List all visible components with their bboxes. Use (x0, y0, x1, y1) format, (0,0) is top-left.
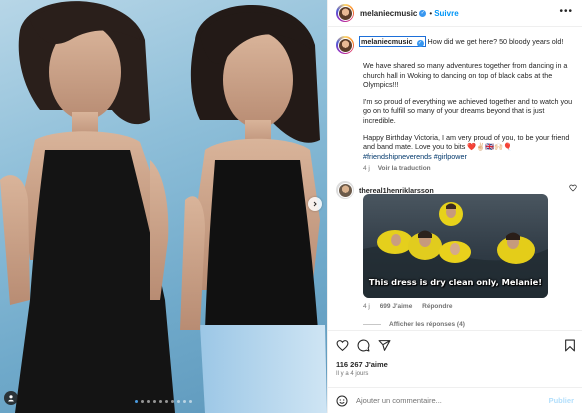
caption-time: 4 j (363, 165, 370, 173)
carousel-dot (171, 400, 174, 403)
post-time: Il y a 4 jours (336, 371, 369, 377)
carousel-dot (165, 400, 168, 403)
post-panel: melaniecmusic ✓ • Suivre ••• melaniecmus… (327, 0, 582, 413)
comment-likes[interactable]: 699 J'aime (380, 303, 413, 310)
carousel-indicator (135, 400, 192, 403)
caption-paragraph: Happy Birthday Victoria, I am very proud… (363, 132, 570, 161)
more-options-button[interactable]: ••• (559, 7, 573, 17)
verified-badge-icon: ✓ (416, 40, 424, 47)
post-caption: melaniecmusic ✓ How did we get here? 50 … (336, 36, 576, 174)
comment-time: 4 j (363, 303, 370, 310)
carousel-dot (153, 400, 156, 403)
add-comment-bar: Publier (328, 387, 582, 413)
carousel-dot (177, 400, 180, 403)
gif-caption: This dress is dry clean only, Melanie! (368, 277, 543, 287)
publish-button[interactable]: Publier (549, 396, 574, 405)
comment-meta: 4 j 699 J'aime Répondre (363, 303, 452, 310)
post-image[interactable] (0, 0, 327, 413)
translate-link[interactable]: Voir la traduction (378, 165, 431, 172)
avatar[interactable] (336, 4, 354, 22)
likes-count[interactable]: 116 267 J'aime (336, 360, 388, 369)
carousel-dot (189, 400, 192, 403)
carousel-dot (159, 400, 162, 403)
verified-badge-icon: ✓ (419, 9, 427, 17)
caption-avatar[interactable] (336, 36, 354, 54)
comment-gif[interactable]: This dress is dry clean only, Melanie! (363, 194, 548, 298)
view-replies-button[interactable]: Afficher les réponses (4) (363, 321, 465, 328)
comment-icon[interactable] (357, 339, 370, 352)
caption-meta: 4 j Voir la traduction (363, 164, 576, 174)
photo-artwork (0, 1, 327, 413)
separator-dot: • (429, 8, 433, 18)
post-actions: 116 267 J'aime Il y a 4 jours Publier (328, 330, 582, 406)
comment-input[interactable] (356, 396, 526, 405)
view-replies-label: Afficher les réponses (4) (389, 321, 465, 328)
caption-paragraph: I'm so proud of everything we achieved t… (363, 96, 573, 125)
share-icon[interactable] (378, 339, 391, 352)
post-header: melaniecmusic ✓ • Suivre ••• (328, 0, 582, 27)
follow-button[interactable]: Suivre (434, 9, 458, 18)
next-slide-button[interactable] (308, 197, 322, 211)
hashtags-link[interactable]: #friendshipneverends #girlpower (363, 152, 467, 161)
heart-icon[interactable] (569, 184, 577, 192)
author-username[interactable]: melaniecmusic (360, 9, 417, 18)
comment-avatar[interactable] (336, 181, 354, 199)
heart-icon[interactable] (336, 339, 349, 352)
emoji-icon[interactable] (336, 395, 348, 407)
carousel-dot (147, 400, 150, 403)
user-icon (8, 395, 14, 402)
divider (363, 324, 381, 325)
caption-username[interactable]: melaniecmusic ✓ (359, 36, 426, 47)
caption-paragraph: We have shared so many adventures togeth… (363, 61, 568, 90)
carousel-dot (141, 400, 144, 403)
tagged-users-button[interactable] (4, 391, 18, 405)
carousel-dot (135, 400, 138, 403)
chevron-right-icon (313, 201, 317, 207)
reply-button[interactable]: Répondre (422, 303, 452, 310)
bookmark-icon[interactable] (564, 339, 576, 352)
caption-headline: How did we get here? 50 bloody years old… (427, 37, 564, 46)
carousel-dot (183, 400, 186, 403)
comment: thereal1henriklarsson This dress is dry … (336, 181, 577, 328)
